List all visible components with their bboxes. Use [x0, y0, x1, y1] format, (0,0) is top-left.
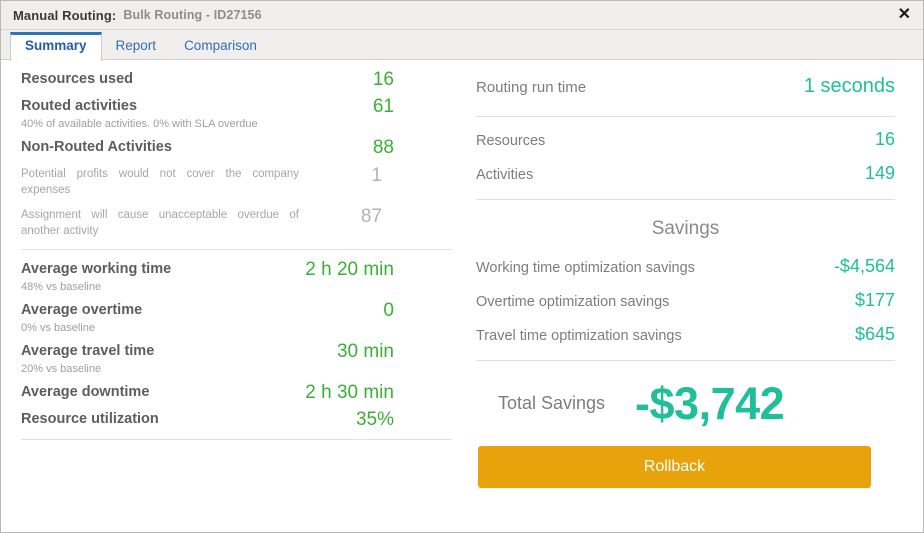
tab-summary[interactable]: Summary — [10, 32, 102, 61]
summary-row-resource-utilization: Resource utilization 35% — [21, 406, 452, 433]
row-label: Working time optimization savings — [475, 260, 695, 276]
right-summary-pane: Routing run time 1 seconds Resources 16 … — [466, 60, 923, 532]
dialog-titlebar: Manual Routing: Bulk Routing - ID27156 ✕ — [1, 1, 923, 30]
row-value: 1 — [371, 164, 382, 186]
row-note: 20% vs baseline — [21, 363, 102, 376]
summary-row-routed-activities: Routed activities 40% of available activ… — [21, 93, 452, 134]
row-value: 2 h 20 min — [305, 259, 394, 281]
row-value: 1 seconds — [803, 75, 895, 97]
rollback-button[interactable]: Rollback — [477, 446, 871, 488]
row-note: 48% vs baseline — [21, 281, 102, 294]
total-savings-label: Total Savings — [497, 393, 606, 413]
row-label: Travel time optimization savings — [475, 328, 682, 344]
row-label: Average downtime — [21, 384, 150, 401]
summary-row-resources-used: Resources used 16 — [21, 66, 452, 93]
summary-row-average-working-time: Average working time 48% vs baseline 2 h… — [21, 256, 452, 297]
row-value: 16 — [874, 129, 895, 149]
row-note: 40% of available activities. 0% with SLA… — [21, 118, 258, 131]
summary-row-routing-run-time: Routing run time 1 seconds — [476, 66, 895, 108]
row-label: Average travel time — [21, 343, 155, 360]
row-label: Resources used — [21, 71, 134, 87]
row-label: Non-Routed Activities — [21, 138, 172, 155]
total-savings-value: -$3,742 — [635, 378, 785, 429]
row-value: $177 — [854, 290, 895, 310]
tab-report[interactable]: Report — [102, 33, 171, 60]
right-divider-2 — [475, 199, 895, 200]
left-summary-pane: Resources used 16 Routed activities 40% … — [1, 60, 466, 532]
tab-bar: Summary Report Comparison — [1, 30, 923, 61]
dialog-title: Manual Routing: — [13, 7, 117, 23]
row-label: Routed activities — [21, 97, 138, 114]
savings-heading: Savings — [651, 218, 720, 239]
row-value: -$4,564 — [833, 256, 895, 276]
total-savings-row: Total Savings -$3,742 — [476, 367, 895, 432]
summary-row-reason-overdue: Assignment will cause unacceptable overd… — [21, 202, 452, 243]
left-divider — [21, 249, 452, 251]
row-label: Overtime optimization savings — [475, 294, 670, 310]
row-value: 88 — [372, 136, 394, 158]
tab-comparison[interactable]: Comparison — [170, 33, 271, 60]
dialog-subtitle: Bulk Routing - ID27156 — [123, 8, 262, 22]
row-value: 35% — [355, 408, 394, 430]
row-value: 87 — [360, 205, 382, 227]
summary-row-resources: Resources 16 — [476, 123, 895, 157]
right-divider-1 — [475, 116, 895, 117]
summary-row-overtime-savings: Overtime optimization savings $177 — [476, 284, 895, 318]
summary-row-average-downtime: Average downtime 2 h 30 min — [21, 379, 452, 406]
row-label: Average working time — [21, 261, 172, 278]
row-label: Average overtime — [21, 302, 143, 319]
row-label: Potential profits would not cover the co… — [21, 167, 299, 196]
summary-row-average-overtime: Average overtime 0% vs baseline 0 — [21, 297, 452, 338]
summary-content: Resources used 16 Routed activities 40% … — [1, 60, 923, 532]
row-label: Assignment will cause unacceptable overd… — [21, 208, 299, 238]
row-value: 61 — [372, 95, 394, 117]
manual-routing-dialog: Manual Routing: Bulk Routing - ID27156 ✕… — [0, 0, 924, 533]
row-value: 30 min — [336, 341, 394, 363]
row-value: 16 — [372, 69, 394, 90]
row-label: Resources — [475, 133, 546, 149]
row-note: 0% vs baseline — [21, 322, 95, 335]
summary-row-average-travel-time: Average travel time 20% vs baseline 30 m… — [21, 338, 452, 379]
summary-row-working-time-savings: Working time optimization savings -$4,56… — [476, 250, 895, 284]
row-label: Routing run time — [475, 79, 587, 96]
summary-row-activities: Activities 149 — [476, 157, 895, 191]
row-label: Activities — [475, 167, 534, 183]
row-value: $645 — [854, 324, 895, 344]
summary-row-non-routed-activities: Non-Routed Activities 88 — [21, 134, 452, 161]
right-divider-3 — [475, 360, 895, 361]
row-label: Resource utilization — [21, 410, 159, 427]
left-divider-bottom — [21, 438, 452, 440]
row-value: 0 — [383, 300, 394, 322]
row-value: 2 h 30 min — [305, 382, 394, 404]
close-icon[interactable]: ✕ — [895, 5, 914, 25]
summary-row-reason-profits: Potential profits would not cover the co… — [21, 161, 452, 202]
row-value: 149 — [864, 163, 895, 183]
summary-row-travel-time-savings: Travel time optimization savings $645 — [476, 318, 895, 352]
